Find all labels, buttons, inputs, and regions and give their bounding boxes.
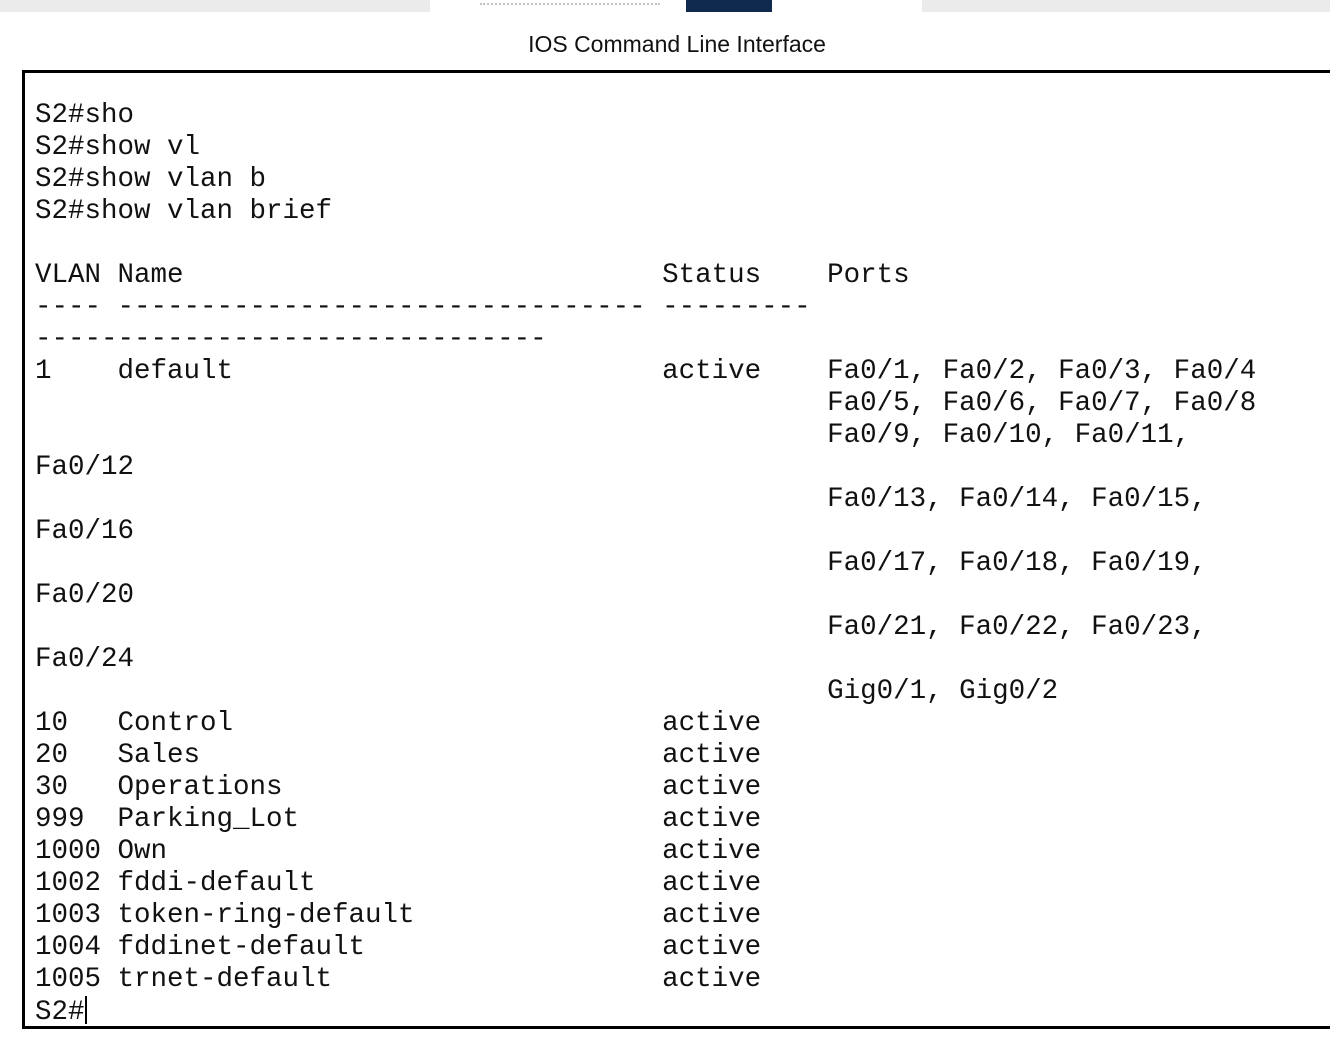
terminal-output-container: S2#sho S2#show vl S2#show vlan b S2#show… [35,100,1257,1028]
tab-strip [0,0,1330,12]
tab-strip-left [0,0,430,12]
window-title: IOS Command Line Interface [528,31,826,57]
active-tab-indicator[interactable] [686,0,772,12]
terminal-output: S2#sho S2#show vl S2#show vlan b S2#show… [35,100,1257,995]
command-prompt: S2# [35,997,85,1028]
text-cursor [84,996,87,1024]
tab-strip-right [922,0,1330,12]
cli-terminal[interactable]: S2#sho S2#show vl S2#show vlan b S2#show… [22,70,1330,1029]
command-prompt-line[interactable]: S2# [35,996,87,1028]
tab-strip-label-remnant [480,0,660,5]
